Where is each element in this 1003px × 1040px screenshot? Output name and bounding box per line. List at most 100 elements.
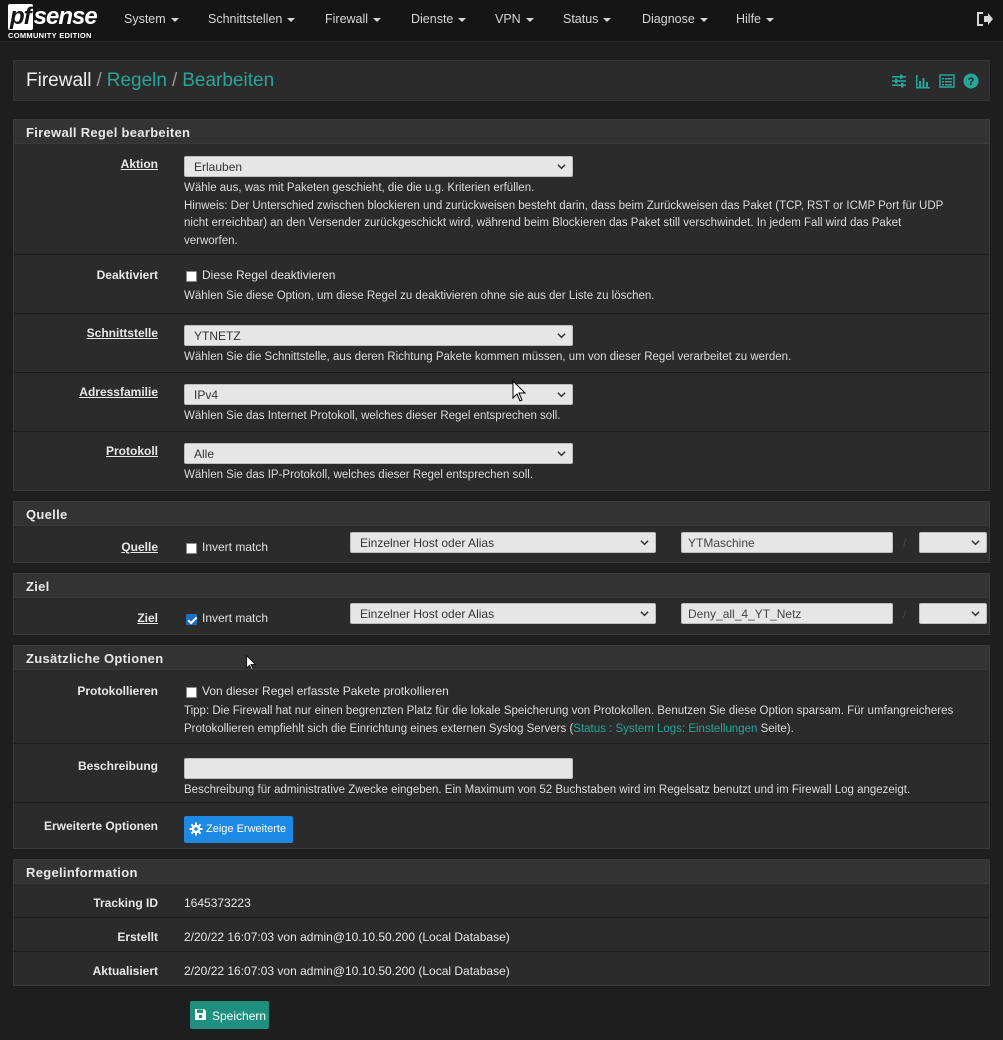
panel-heading: Regelinformation bbox=[14, 860, 989, 884]
chevron-down-icon bbox=[557, 333, 566, 339]
top-navbar: pf sense COMMUNITY EDITION System Schnitt… bbox=[0, 0, 1003, 42]
panel-heading: Ziel bbox=[14, 574, 989, 598]
disable-rule-checkbox[interactable] bbox=[186, 271, 197, 282]
protocol-select[interactable]: Alle bbox=[184, 443, 573, 464]
chevron-down-icon bbox=[640, 540, 649, 546]
panel-source: Quelle Quelle Invert match Einzelner Hos… bbox=[13, 501, 990, 563]
nav-menu-schnittstellen[interactable]: Schnittstellen bbox=[208, 12, 296, 26]
destination-address-input[interactable]: Deny_all_4_YT_Netz bbox=[681, 603, 893, 624]
row-disabled: Deaktiviert Diese Regel deaktivieren Wäh… bbox=[14, 255, 989, 314]
caret-down-icon bbox=[458, 17, 467, 22]
svg-text:?: ? bbox=[968, 76, 975, 88]
created-label: Erstellt bbox=[117, 930, 158, 944]
chevron-down-icon bbox=[971, 611, 980, 617]
panel-extra-options: Zusätzliche Optionen Protokollieren Von … bbox=[13, 645, 990, 849]
description-help: Beschreibung für administrative Zwecke e… bbox=[184, 784, 911, 796]
chevron-down-icon bbox=[557, 164, 566, 170]
source-invert-label: Invert match bbox=[202, 540, 269, 554]
nav-menu-status[interactable]: Status bbox=[563, 12, 612, 26]
source-label: Quelle bbox=[121, 540, 158, 554]
disable-rule-checkbox-label: Diese Regel deaktivieren bbox=[202, 268, 336, 282]
caret-down-icon bbox=[525, 17, 534, 22]
nav-menu-vpn[interactable]: VPN bbox=[495, 12, 534, 26]
destination-type-select[interactable]: Einzelner Host oder Alias bbox=[350, 603, 656, 624]
system-logs-settings-link[interactable]: Status : System Logs: Einstellungen bbox=[573, 723, 757, 735]
pfsense-logo[interactable]: pf sense COMMUNITY EDITION bbox=[8, 3, 102, 40]
logout-icon[interactable] bbox=[975, 10, 993, 28]
chevron-down-icon bbox=[557, 451, 566, 457]
row-advanced: Erweiterte Optionen Zeige Erweiterte bbox=[14, 803, 989, 848]
destination-label: Ziel bbox=[137, 611, 158, 625]
description-input[interactable] bbox=[184, 758, 573, 779]
help-icon[interactable]: ? bbox=[963, 73, 979, 89]
disabled-help: Wählen Sie diese Option, um diese Regel … bbox=[184, 290, 655, 302]
chevron-down-icon bbox=[640, 611, 649, 617]
interface-select[interactable]: YTNETZ bbox=[184, 325, 573, 346]
source-mask-select[interactable] bbox=[919, 532, 987, 553]
nav-menu-hilfe[interactable]: Hilfe bbox=[736, 12, 775, 26]
breadcrumb-shortcuts: ? bbox=[891, 73, 979, 89]
save-icon bbox=[195, 1009, 206, 1020]
updated-value: 2/20/22 16:07:03 von admin@10.10.50.200 … bbox=[184, 964, 510, 978]
row-created: Erstellt 2/20/22 16:07:03 von admin@10.1… bbox=[14, 918, 989, 952]
caret-down-icon bbox=[699, 17, 708, 22]
breadcrumb-root: Firewall bbox=[26, 70, 92, 91]
destination-invert-checkbox[interactable] bbox=[186, 614, 197, 625]
sliders-icon[interactable] bbox=[891, 73, 907, 89]
row-destination: Ziel Invert match Einzelner Host oder Al… bbox=[14, 598, 989, 634]
destination-invert-label: Invert match bbox=[202, 611, 269, 625]
panel-heading: Zusätzliche Optionen bbox=[14, 646, 989, 670]
address-family-help: Wählen Sie das Internet Protokoll, welch… bbox=[184, 410, 561, 422]
nav-menu-dienste[interactable]: Dienste bbox=[411, 12, 467, 26]
nav-menu-diagnose[interactable]: Diagnose bbox=[642, 12, 708, 26]
log-checkbox[interactable] bbox=[186, 687, 197, 698]
interface-label: Schnittstelle bbox=[86, 326, 158, 340]
protocol-label: Protokoll bbox=[105, 444, 158, 458]
action-help: Wähle aus, was mit Paketen geschieht, di… bbox=[184, 182, 944, 247]
caret-down-icon bbox=[170, 17, 179, 22]
description-label: Beschreibung bbox=[77, 759, 158, 773]
log-checkbox-label: Von dieser Regel erfasste Pakete protkol… bbox=[202, 684, 449, 698]
caret-down-icon bbox=[287, 17, 296, 22]
caret-down-icon bbox=[373, 17, 382, 22]
logo-subtitle: COMMUNITY EDITION bbox=[8, 31, 92, 40]
panel-heading: Quelle bbox=[14, 502, 989, 526]
bar-chart-icon[interactable] bbox=[915, 73, 931, 89]
nav-menu-firewall[interactable]: Firewall bbox=[325, 12, 382, 26]
tracking-id-value: 1645373223 bbox=[184, 896, 251, 910]
show-advanced-button[interactable]: Zeige Erweiterte bbox=[184, 816, 294, 843]
row-updated: Aktualisiert 2/20/22 16:07:03 von admin@… bbox=[14, 952, 989, 985]
caret-down-icon bbox=[766, 17, 775, 22]
row-interface: Schnittstelle YTNETZ Wählen Sie die Schn… bbox=[14, 314, 989, 373]
breadcrumb-link-regeln[interactable]: Regeln bbox=[107, 70, 167, 91]
action-select[interactable]: Erlauben bbox=[184, 156, 573, 177]
source-address-input[interactable]: YTMaschine bbox=[681, 532, 893, 553]
list-icon[interactable] bbox=[939, 73, 955, 89]
breadcrumb: Firewall / Regeln / Bearbeiten bbox=[26, 70, 275, 91]
nav-menu-system[interactable]: System bbox=[124, 12, 179, 26]
action-label: Aktion bbox=[120, 157, 158, 171]
destination-mask-select[interactable] bbox=[919, 603, 987, 624]
panel-heading: Firewall Regel bearbeiten bbox=[14, 120, 989, 144]
row-action: Aktion Erlauben Wähle aus, was mit Paket… bbox=[14, 144, 989, 255]
row-source: Quelle Invert match Einzelner Host oder … bbox=[14, 526, 989, 562]
source-slash: / bbox=[903, 536, 907, 550]
gear-icon bbox=[189, 822, 203, 836]
source-invert-checkbox[interactable] bbox=[186, 543, 197, 554]
updated-label: Aktualisiert bbox=[92, 964, 158, 978]
panel-destination: Ziel Ziel Invert match Einzelner Host od… bbox=[13, 573, 990, 635]
chevron-down-icon bbox=[971, 540, 980, 546]
breadcrumb-panel: Firewall / Regeln / Bearbeiten ? bbox=[13, 60, 990, 101]
row-tracking-id: Tracking ID 1645373223 bbox=[14, 884, 989, 918]
logo-wordmark: pf sense bbox=[8, 3, 98, 30]
breadcrumb-link-bearbeiten[interactable]: Bearbeiten bbox=[182, 70, 274, 91]
source-type-select[interactable]: Einzelner Host oder Alias bbox=[350, 532, 656, 553]
address-family-label: Adressfamilie bbox=[79, 385, 158, 399]
destination-slash: / bbox=[903, 607, 907, 621]
tracking-id-label: Tracking ID bbox=[93, 896, 158, 910]
panel-rule-info: Regelinformation Tracking ID 1645373223 … bbox=[13, 859, 990, 986]
save-button[interactable]: Speichern bbox=[190, 1001, 269, 1029]
caret-down-icon bbox=[603, 17, 612, 22]
mouse-cursor-icon bbox=[246, 655, 256, 671]
protocol-help: Wählen Sie das IP-Protokoll, welches die… bbox=[184, 469, 534, 481]
